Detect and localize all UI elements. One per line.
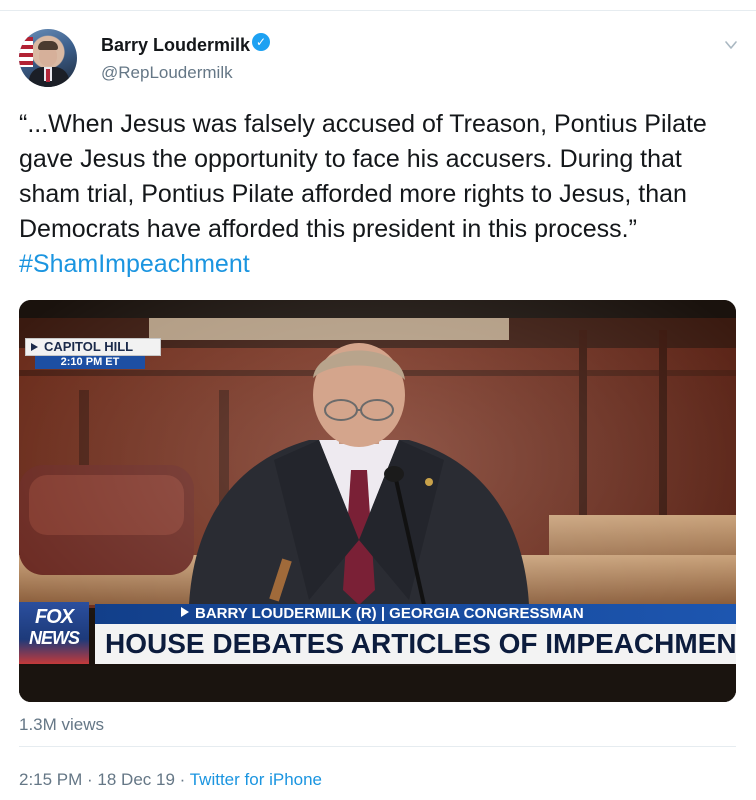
logo-line2: NEWS	[29, 628, 80, 648]
tweet-text: “...When Jesus was falsely accused of Tr…	[19, 107, 741, 282]
subtitle-text: BARRY LOUDERMILK (R) | GEORGIA CONGRESSM…	[195, 605, 584, 622]
fox-news-logo: FOX NEWS	[19, 602, 89, 664]
logo-line1: FOX	[34, 606, 74, 628]
meta-separator: ·	[82, 770, 98, 789]
flag-graphic	[19, 37, 33, 67]
chevron-down-icon[interactable]	[724, 38, 738, 52]
play-triangle-icon	[31, 343, 38, 351]
hashtag-link[interactable]: #ShamImpeachment	[19, 250, 250, 278]
top-divider	[0, 10, 756, 11]
avatar-hair	[38, 41, 58, 50]
chyron-headline: HOUSE DEBATES ARTICLES OF IMPEACHMENT	[95, 624, 736, 664]
tweet-time[interactable]: 2:15 PM	[19, 770, 82, 789]
video-player[interactable]: CAPITOL HILL 2:10 PM ET FOX NEWS BARRY L…	[19, 300, 736, 702]
divider	[19, 746, 736, 747]
news-chyron: FOX NEWS BARRY LOUDERMILK (R) | GEORGIA …	[19, 602, 736, 666]
view-count: 1.3M views	[19, 715, 105, 734]
location-bug: CAPITOL HILL 2:10 PM ET	[25, 338, 161, 369]
avatar[interactable]	[19, 29, 77, 87]
location-label: CAPITOL HILL	[44, 339, 134, 354]
bug-time: 2:10 PM ET	[35, 356, 145, 369]
chyron-subtitle: BARRY LOUDERMILK (R) | GEORGIA CONGRESSM…	[95, 604, 736, 624]
author-handle[interactable]: @RepLoudermilk	[101, 63, 233, 83]
tweet-meta: 2:15 PM · 18 Dec 19 · Twitter for iPhone	[19, 770, 322, 790]
tweet-source-link[interactable]: Twitter for iPhone	[190, 770, 322, 789]
verified-badge-icon: ✓	[252, 33, 270, 51]
meta-separator: ·	[174, 770, 190, 789]
avatar-tie	[46, 69, 50, 82]
author-name[interactable]: Barry Loudermilk	[101, 35, 250, 56]
tweet-date[interactable]: 18 Dec 19	[97, 770, 175, 789]
tweet-body: “...When Jesus was falsely accused of Tr…	[19, 110, 707, 243]
play-triangle-icon	[181, 607, 189, 617]
